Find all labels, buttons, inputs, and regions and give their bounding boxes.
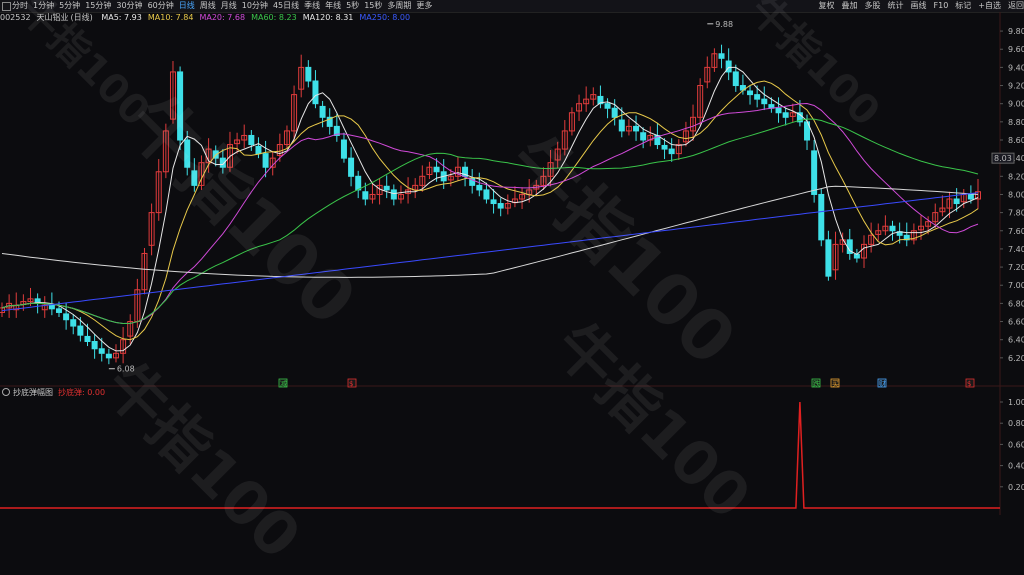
candle-body	[105, 353, 112, 359]
sub-tick-label: 0.60	[1008, 440, 1024, 449]
candle-body	[255, 145, 262, 155]
candle-body	[48, 304, 55, 310]
candle-body	[312, 80, 319, 105]
candle-body	[497, 203, 504, 209]
ma5-line	[1, 66, 979, 352]
candle-body	[362, 191, 369, 200]
candle-body	[191, 170, 198, 186]
candle-body	[668, 148, 675, 155]
low-label: 6.08	[117, 365, 135, 374]
price-tick-label: 6.40	[1008, 336, 1024, 345]
candle-body	[177, 71, 184, 141]
candle-body	[825, 239, 832, 277]
candle-body	[63, 313, 70, 321]
price-tick-label: 8.60	[1008, 136, 1024, 145]
candle-body	[811, 150, 818, 195]
candle-body	[640, 132, 647, 141]
sub-tick-label: 0.80	[1008, 419, 1024, 428]
price-tick-label: 7.20	[1008, 263, 1024, 272]
ma120-line	[1, 185, 979, 278]
candle-body	[611, 107, 618, 118]
candle-body	[633, 125, 640, 132]
high-label: 9.88	[715, 20, 733, 29]
candle-body	[262, 153, 269, 168]
price-tick-label: 8.80	[1008, 118, 1024, 127]
candle-body	[55, 308, 62, 313]
price-tick-label: 9.00	[1008, 100, 1024, 109]
candle-body	[340, 139, 347, 159]
ma250-line	[1, 192, 979, 312]
candle-body	[319, 105, 326, 118]
candle-body	[77, 325, 84, 336]
candle-body	[889, 225, 896, 232]
event-mark-label: 财	[879, 379, 886, 388]
price-tick-label: 9.80	[1008, 27, 1024, 36]
price-tick-label: 6.60	[1008, 318, 1024, 327]
candle-body	[953, 198, 960, 205]
price-tick-label: 8.00	[1008, 190, 1024, 199]
candle-body	[476, 184, 483, 191]
candle-body	[433, 166, 440, 173]
candle-body	[967, 193, 974, 200]
candle-body	[604, 103, 611, 109]
candle-body	[490, 199, 497, 205]
candle-body	[775, 107, 782, 114]
candle-body	[355, 175, 362, 191]
price-tick-label: 7.60	[1008, 227, 1024, 236]
candle-body	[747, 90, 754, 96]
candle-body	[248, 134, 255, 146]
current-price-label: 8.03	[994, 154, 1012, 163]
price-tick-label: 7.00	[1008, 281, 1024, 290]
event-mark-label: 买	[832, 380, 839, 388]
candle-body	[91, 341, 98, 350]
candle-body	[732, 71, 739, 87]
price-tick-label: 7.40	[1008, 245, 1024, 254]
candle-body	[782, 112, 789, 118]
candle-body	[184, 139, 191, 168]
candle-body	[761, 98, 768, 105]
candle-body	[390, 189, 397, 200]
sub-tick-label: 0.40	[1008, 462, 1024, 471]
price-tick-label: 9.60	[1008, 45, 1024, 54]
price-tick-label: 7.80	[1008, 209, 1024, 218]
candle-body	[348, 157, 355, 177]
candle-body	[754, 94, 761, 100]
ma20-line	[1, 102, 979, 325]
price-tick-label: 8.20	[1008, 172, 1024, 181]
candle-body	[661, 144, 668, 150]
candle-body	[818, 193, 825, 241]
candle-body	[98, 348, 105, 354]
price-tick-label: 9.40	[1008, 63, 1024, 72]
candle-body	[483, 189, 490, 200]
kline-chart[interactable]: 9.809.609.409.209.008.808.608.408.208.00…	[0, 0, 1024, 515]
candle-body	[383, 185, 390, 191]
price-tick-label: 6.80	[1008, 299, 1024, 308]
event-mark-label: 减	[280, 379, 287, 388]
indicator-line	[0, 401, 1000, 509]
candle-body	[618, 119, 625, 132]
candle-body	[305, 66, 312, 82]
price-tick-label: 6.20	[1008, 354, 1024, 363]
sub-tick-label: 1.00	[1008, 398, 1024, 407]
event-mark-label: $	[967, 380, 971, 388]
event-mark-label: 跌	[813, 379, 820, 388]
candle-body	[70, 319, 77, 327]
candle-body	[718, 53, 725, 59]
price-tick-label: 9.20	[1008, 82, 1024, 91]
sub-tick-label: 0.20	[1008, 483, 1024, 492]
candle-body	[84, 335, 91, 343]
event-mark-label: $	[349, 380, 353, 388]
